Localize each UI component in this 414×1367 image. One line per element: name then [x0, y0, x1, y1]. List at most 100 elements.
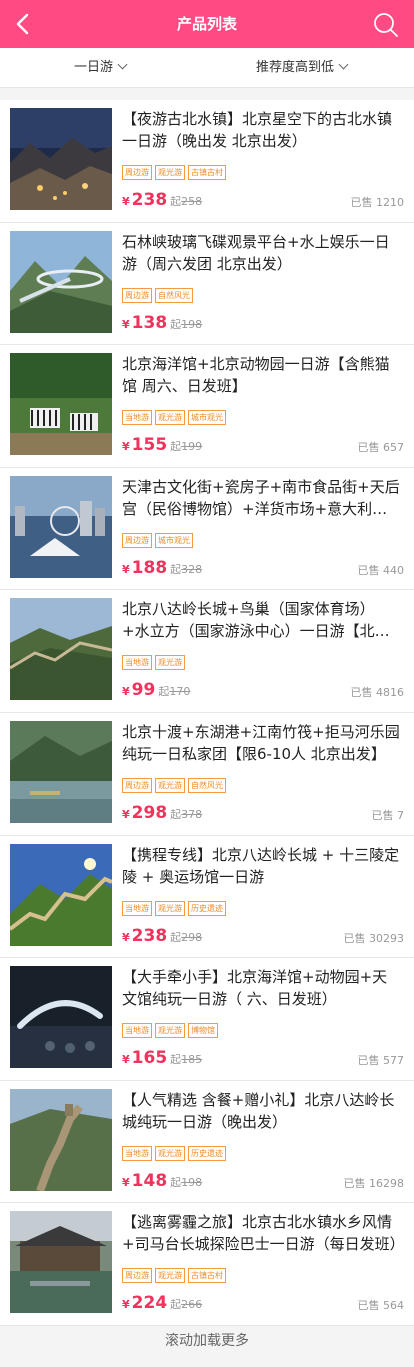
product-thumbnail	[10, 1088, 112, 1191]
product-tags: 周边游 城市观光	[122, 532, 196, 549]
product-tag: 自然风光	[188, 777, 226, 793]
product-item[interactable]: 北京十渡+东湖港+江南竹筏+拒马河乐园纯玩一日私家团【限6-10人 北京出发】周…	[0, 712, 414, 836]
original-price: 起185	[170, 1053, 202, 1066]
product-item[interactable]: 【携程专线】北京八达岭长城 + 十三陵定陵 + 奥运场馆一日游当地游 观光游 历史遗…	[0, 835, 414, 959]
sold-count: 已售 7	[371, 808, 405, 822]
price-value: 238	[131, 190, 168, 210]
product-item[interactable]: 石林峡玻璃飞碟观景平台+水上娱乐一日游（周六发团 北京出发） 周边游 自然风光 ¥13…	[0, 222, 414, 346]
sort-filter[interactable]: 推荐度高到低	[256, 48, 349, 88]
product-tag: 历史遗迹	[188, 1145, 226, 1161]
product-name[interactable]: 【夜游古北水镇】北京星空下的古北水镇一日游（晚出发 北京出发）	[122, 108, 402, 152]
from-label: 起	[170, 807, 182, 821]
original-price-value: 185	[181, 1053, 203, 1067]
price-box: ¥99 起170	[122, 680, 190, 702]
from-label: 起	[158, 685, 170, 699]
product-price: ¥99	[122, 680, 155, 700]
original-price-value: 170	[169, 685, 191, 699]
product-item[interactable]: 【人气精选 含餐+赠小礼】北京八达岭长城纯玩一日游（晚出发） 当地游 观光游 历史遗迹…	[0, 1080, 414, 1204]
currency-symbol: ¥	[122, 930, 130, 944]
product-item[interactable]: 北京海洋馆+北京动物园一日游【含熊猫馆 周六、日发班】 当地游 观光游 城市观光 ¥15…	[0, 345, 414, 468]
product-item[interactable]: 【大手牵小手】北京海洋馆+动物园+天文馆纯玩一日游（ 六、日发班） 当地游 观光游博…	[0, 958, 414, 1081]
from-label: 起	[170, 930, 182, 944]
original-price-value: 298	[181, 930, 203, 944]
product-thumbnail	[10, 843, 112, 946]
currency-symbol: ¥	[122, 1175, 130, 1189]
product-name[interactable]: 天津古文化街+瓷房子+南市食品街+天后宫（民俗博物馆）+洋货市场+意大利风情区	[122, 476, 402, 520]
product-tag: 观光游	[155, 1145, 185, 1161]
product-thumbnail	[10, 720, 112, 823]
original-price-value: 198	[181, 1175, 203, 1189]
price-value: 138	[131, 312, 168, 333]
product-tags: 周边游 观光游 古镇古村	[122, 1268, 229, 1284]
price-value: 99	[131, 680, 156, 701]
original-price: 起266	[170, 1298, 202, 1311]
product-tags: 周边游 观光游 古镇古村	[122, 165, 229, 181]
product-tags: 周边游 自然风光	[122, 287, 196, 304]
product-tag: 当地游	[122, 900, 152, 916]
price-box: ¥224 起266	[122, 1293, 202, 1315]
product-thumbnail	[10, 966, 112, 1069]
product-name[interactable]: 【人气精选 含餐+赠小礼】北京八达岭长城纯玩一日游（晚出发）	[122, 1089, 402, 1133]
product-tag: 博物馆	[188, 1023, 218, 1039]
product-tag: 城市观光	[188, 410, 226, 426]
filter-bar: 一日游 推荐度高到低	[0, 48, 414, 88]
section-gap	[0, 88, 414, 100]
currency-symbol: ¥	[122, 1298, 130, 1312]
product-list: 【夜游古北水镇】北京星空下的古北水镇一日游（晚出发 北京出发） 周边游 观光游 古镇古…	[0, 100, 414, 1326]
original-price-value: 266	[181, 1298, 203, 1312]
product-tag: 当地游	[122, 410, 152, 426]
product-name[interactable]: 北京十渡+东湖港+江南竹筏+拒马河乐园纯玩一日私家团【限6-10人 北京出发】	[122, 721, 402, 765]
product-item[interactable]: 【逃离雾霾之旅】北京古北水镇水乡风情+司马台长城探险巴士一日游（每日发班） 周边游…	[0, 1203, 414, 1326]
price-value: 165	[131, 1048, 168, 1069]
price-box: ¥238 起298	[122, 926, 202, 948]
load-more[interactable]: 滚动加载更多	[0, 1326, 414, 1367]
product-name[interactable]: 【大手牵小手】北京海洋馆+动物园+天文馆纯玩一日游（ 六、日发班）	[122, 966, 402, 1010]
sold-count: 已售 564	[357, 1299, 405, 1313]
product-name[interactable]: 石林峡玻璃飞碟观景平台+水上娱乐一日游（周六发团 北京出发）	[122, 231, 402, 275]
product-tag: 观光游	[155, 900, 185, 916]
product-price: ¥238	[122, 926, 167, 946]
product-name[interactable]: 北京八达岭长城+鸟巢（国家体育场）+水立方（国家游泳中心）一日游【北京出发】	[122, 598, 402, 642]
product-tags: 当地游 观光游 历史遗迹	[122, 900, 229, 917]
product-item[interactable]: 天津古文化街+瓷房子+南市食品街+天后宫（民俗博物馆）+洋货市场+意大利风情区周…	[0, 467, 414, 591]
price-box: ¥148 起198	[122, 1171, 202, 1193]
currency-symbol: ¥	[122, 562, 130, 576]
product-item[interactable]: 北京八达岭长城+鸟巢（国家体育场）+水立方（国家游泳中心）一日游【北京出发】当地…	[0, 590, 414, 713]
product-item[interactable]: 【夜游古北水镇】北京星空下的古北水镇一日游（晚出发 北京出发） 周边游 观光游 古镇古…	[0, 100, 414, 223]
product-price: ¥224	[122, 1293, 167, 1313]
product-thumbnail	[10, 1211, 112, 1314]
product-name[interactable]: 【携程专线】北京八达岭长城 + 十三陵定陵 + 奥运场馆一日游	[122, 844, 402, 888]
sold-count: 已售 4816	[350, 686, 405, 700]
product-tags: 当地游 观光游 历史遗迹	[122, 1145, 229, 1162]
original-price: 起199	[170, 440, 202, 453]
original-price: 起198	[170, 318, 202, 331]
product-tag: 周边游	[122, 1268, 152, 1284]
price-value: 155	[131, 435, 168, 456]
from-label: 起	[170, 562, 182, 576]
search-icon[interactable]	[372, 11, 400, 39]
top-bar: 产品列表	[0, 0, 414, 48]
product-tags: 当地游 观光游 城市观光	[122, 410, 229, 426]
category-filter[interactable]: 一日游	[74, 48, 128, 88]
category-filter-label: 一日游	[74, 60, 114, 75]
currency-symbol: ¥	[122, 685, 130, 699]
sold-count: 已售 30293	[343, 931, 405, 945]
product-name[interactable]: 【逃离雾霾之旅】北京古北水镇水乡风情+司马台长城探险巴士一日游（每日发班）	[122, 1211, 402, 1255]
product-thumbnail	[10, 475, 112, 578]
product-tag: 当地游	[122, 1145, 152, 1161]
product-tags: 周边游 观光游 自然风光	[122, 777, 229, 794]
from-label: 起	[170, 1175, 182, 1189]
from-label: 起	[170, 440, 182, 454]
product-price: ¥238	[122, 190, 167, 210]
price-value: 188	[131, 557, 168, 578]
product-name[interactable]: 北京海洋馆+北京动物园一日游【含熊猫馆 周六、日发班】	[122, 353, 402, 397]
product-tag: 观光游	[155, 777, 185, 793]
sold-count: 已售 577	[357, 1054, 405, 1068]
product-tag: 古镇古村	[188, 165, 226, 180]
product-tag: 观光游	[155, 165, 185, 180]
product-tag: 古镇古村	[188, 1268, 226, 1284]
product-tag: 自然风光	[155, 287, 193, 303]
currency-symbol: ¥	[122, 1053, 130, 1067]
currency-symbol: ¥	[122, 807, 130, 821]
product-price: ¥138	[122, 313, 167, 333]
